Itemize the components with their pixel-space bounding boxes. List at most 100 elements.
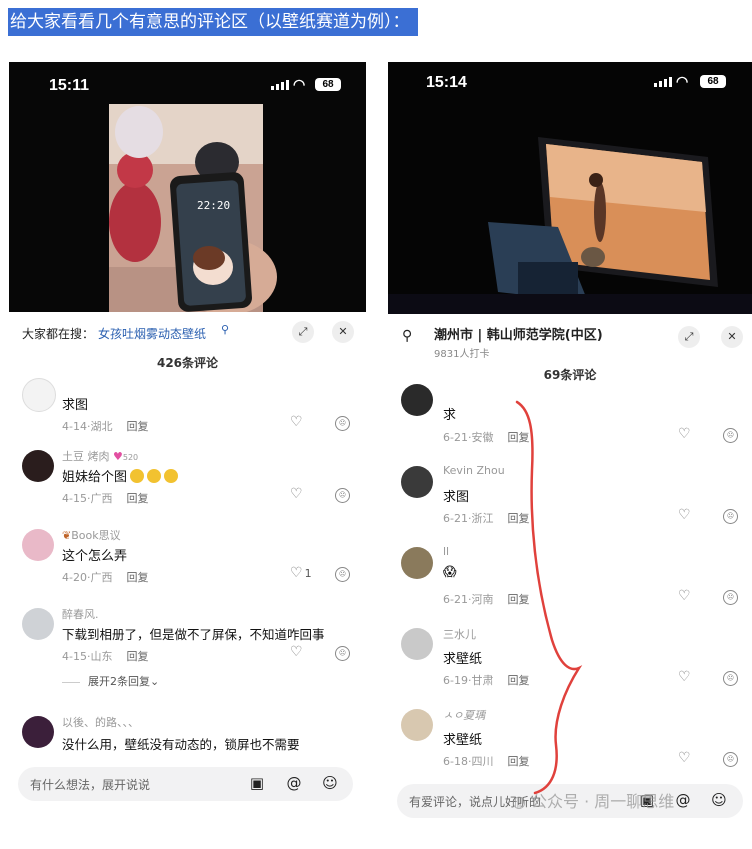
comment-item[interactable]: ㅅㅇ夏瑀 求壁纸 6-18·四川 回复 ♡ ☹ [388,707,752,777]
dislike-icon[interactable]: ☹ [335,567,350,582]
avatar[interactable] [401,709,433,741]
comment-item[interactable]: Kevin Zhou 求图 6-21·浙江 回复 ♡ ☹ [388,464,752,534]
comment-meta: 4-14·湖北 回复 [62,420,149,433]
comment-item[interactable]: 三水儿 求壁纸 6-19·甘肃 回复 ♡ ☹ [388,626,752,696]
reply-button[interactable]: 回复 [126,492,148,505]
dislike-icon[interactable]: ☹ [723,752,738,767]
heart-icon[interactable]: ♡ 1 [290,565,312,581]
comment-date: 4-14 [62,420,87,433]
reply-button[interactable]: 回复 [507,674,529,687]
avatar[interactable] [22,716,54,748]
at-icon[interactable]: @ [284,773,304,793]
reply-button[interactable]: 回复 [126,571,148,584]
avatar[interactable] [401,466,433,498]
at-icon[interactable]: @ [673,790,693,810]
reply-button[interactable]: 回复 [507,593,529,606]
heart-icon[interactable]: ♡ [290,414,303,430]
dislike-icon[interactable]: ☹ [723,671,738,686]
medal-emoji-icon [130,469,145,483]
dislike-icon[interactable]: ☹ [723,590,738,605]
heart-icon[interactable]: ♡ [678,507,691,523]
comment-meta: 6-21·安徽 回复 [443,431,530,444]
input-placeholder: 有什么想法，展开说说 [30,778,151,792]
comment-text: 没什么用，壁纸没有动态的，锁屏也不需要 [62,737,300,752]
heart-icon[interactable]: ♡ [678,669,691,685]
avatar[interactable] [22,608,54,640]
comment-text: 下载到相册了，但是做不了屏保，不知道咋回事 [62,627,325,642]
location-bar[interactable]: ⚲ 潮州市 | 韩山师范学院(中区) 9831人打卡 ⤢ ✕ [388,314,752,364]
comment-item[interactable]: ❦Book思议 这个怎么弄 4-20·广西 回复 ♡ 1 ☹ [9,527,366,587]
reply-button[interactable]: 回复 [507,431,529,444]
heart-icon[interactable]: ♡ [678,588,691,604]
chevron-down-icon: ⌄ [150,675,160,688]
emoji-icon[interactable]: ☺ [709,790,729,810]
close-icon[interactable]: ✕ [332,321,354,343]
avatar[interactable] [22,450,54,482]
expand-replies-link[interactable]: 展开2条回复⌄ [62,673,159,689]
location-pin-icon: ⚲ [402,328,413,344]
comment-item[interactable]: 土豆 烤肉 ♥520 姐妹给个图 4-15·广西 回复 ♡ ☹ [9,448,366,508]
location-name: 潮州市 | 韩山师范学院(中区) [434,328,603,343]
comment-date: 6-19 [443,674,468,687]
comment-count: 69条评论 [543,368,597,382]
dislike-icon[interactable]: ☹ [723,428,738,443]
comment-date: 4-20 [62,571,87,584]
avatar[interactable] [22,378,56,412]
search-query-link[interactable]: 女孩吐烟雾动态壁纸 [98,325,206,342]
username-text: 土豆 烤肉 [62,450,110,463]
emoji-icon[interactable]: ☺ [320,773,340,793]
wifi-icon: ◠ [676,73,689,89]
status-bar: 15:14 ◠ 68 [388,62,752,102]
comment-region: 安徽 [471,431,494,444]
comment-date: 6-21 [443,593,468,606]
comment-text: 求图 [62,398,89,413]
avatar[interactable] [401,628,433,660]
heart-icon[interactable]: ♡ [290,486,303,502]
comment-text-wrap: 姐妹给个图 [62,466,179,485]
status-bar: 15:11 ◠ 68 [9,62,366,102]
watermark: ◍ 公众号 · 周一聊思维 [512,788,674,812]
comment-date: 4-15 [62,492,87,505]
dislike-icon[interactable]: ☹ [335,488,350,503]
image-icon[interactable]: ▣ [247,773,267,793]
reply-button[interactable]: 回复 [507,512,529,525]
search-prefix: 大家都在搜： [22,327,95,341]
reply-button[interactable]: 回复 [507,755,529,768]
dislike-icon[interactable]: ☹ [335,646,350,661]
dislike-icon[interactable]: ☹ [723,509,738,524]
username-text: Book思议 [71,529,121,542]
comment-input[interactable]: 有什么想法，展开说说 ▣ @ ☺ [18,767,353,801]
dislike-icon[interactable]: ☹ [335,416,350,431]
heart-icon[interactable]: ♡ [678,426,691,442]
comment-meta: 6-18·四川 回复 [443,755,530,768]
comment-username: Kevin Zhou [443,464,505,477]
reply-button[interactable]: 回复 [126,420,148,433]
avatar[interactable] [22,529,54,561]
avatar[interactable] [401,384,433,416]
signal-icon [654,77,672,87]
comment-meta: 6-21·河南 回复 [443,593,530,606]
comment-item[interactable]: 求图 4-14·湖北 回复 ♡ ☹ [9,376,366,436]
wechat-icon: ◍ [512,792,532,811]
expand-icon[interactable]: ⤢ [678,326,700,348]
comment-item[interactable]: ll 😱 6-21·河南 回复 ♡ ☹ [388,545,752,615]
heart-icon[interactable]: ♡ [290,644,303,660]
comment-item[interactable]: 醉春风. 下载到相册了，但是做不了屏保，不知道咋回事 4-15·山东 回复 ♡ ☹… [9,606,366,698]
video-player[interactable]: 15:14 ◠ 68 [388,62,752,314]
comment-username: ll [443,545,450,558]
video-player[interactable]: 22:20 15:11 ◠ 68 [9,62,366,312]
comment-text: 求图 [443,490,470,505]
comment-date: 6-21 [443,512,468,525]
search-bar: 大家都在搜： 女孩吐烟雾动态壁纸 ⚲ ⤢ ✕ [9,312,366,352]
comment-meta: 4-15·山东 回复 [62,650,149,663]
comment-item[interactable]: 以後、的路、、、 没什么用，壁纸没有动态的，锁屏也不需要 [9,714,366,754]
comment-region: 广西 [90,492,113,505]
comment-region: 河南 [471,593,494,606]
avatar[interactable] [401,547,433,579]
reply-button[interactable]: 回复 [126,650,148,663]
heart-icon[interactable]: ♡ [678,750,691,766]
comment-username: 醉春风. [62,608,99,621]
expand-icon[interactable]: ⤢ [292,321,314,343]
close-icon[interactable]: ✕ [721,326,743,348]
comment-item[interactable]: 求 6-21·安徽 回复 ♡ ☹ [388,384,752,454]
